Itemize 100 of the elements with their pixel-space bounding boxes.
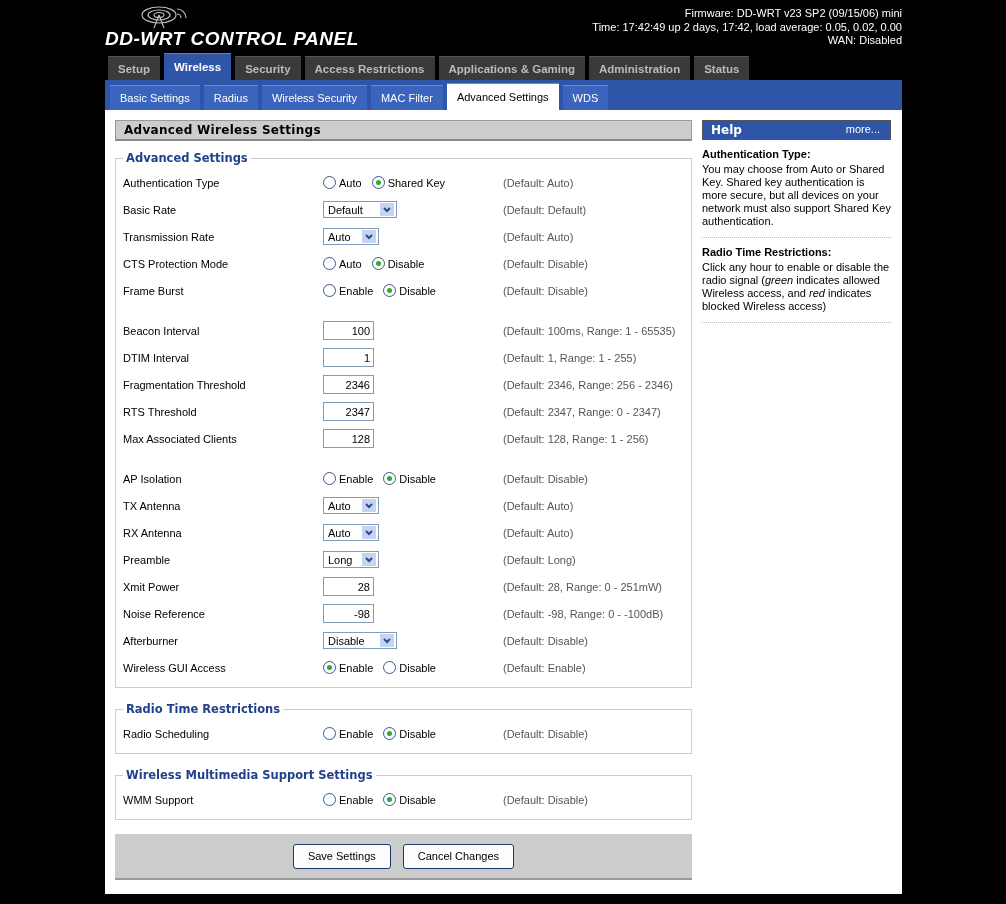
radio-button[interactable] xyxy=(371,176,385,189)
radio-label: Disable xyxy=(387,257,425,270)
dropdown[interactable]: Disable xyxy=(323,632,397,649)
radio-label: Enable xyxy=(339,727,374,740)
radio-button[interactable] xyxy=(383,727,397,740)
default-hint: (Default: Disable) xyxy=(503,257,589,270)
main-tab[interactable]: Security xyxy=(235,56,301,80)
radio-label: Enable xyxy=(339,661,374,674)
default-hint: (Default: 2346, Range: 256 - 2346) xyxy=(503,378,674,391)
input-field[interactable]: 1 xyxy=(323,348,374,367)
radio-label: Disable xyxy=(399,661,436,674)
default-hint: (Default: Auto) xyxy=(503,176,575,189)
input-field[interactable]: 2347 xyxy=(323,402,374,421)
radio-button[interactable] xyxy=(323,176,336,189)
main-tab[interactable]: Status xyxy=(694,56,750,80)
input-field[interactable]: 28 xyxy=(323,577,374,596)
status-text: Time: 17:42:49 up 2 days, 17:42, load average: 0.05, 0.02, 0.00 xyxy=(592,20,902,34)
radio-label: Disable xyxy=(399,284,436,297)
radio-button[interactable] xyxy=(383,472,397,485)
radio-button[interactable] xyxy=(323,661,336,674)
more-link[interactable]: more... xyxy=(845,123,880,137)
main-tab[interactable]: Setup xyxy=(108,56,160,80)
default-hint: (Default: 128, Range: 1 - 256) xyxy=(503,432,650,445)
setting-label: Radio Scheduling xyxy=(123,727,211,740)
sub-tab[interactable]: WDS xyxy=(562,85,609,110)
help-heading: Radio Time Restrictions: xyxy=(702,246,833,258)
status-text: Firmware: DD-WRT v23 SP2 (09/15/06) mini xyxy=(683,7,902,21)
logo-text: DD-WRT CONTROL PANEL xyxy=(105,28,359,50)
setting-label: Noise Reference xyxy=(123,607,206,620)
default-hint: (Default: Long) xyxy=(503,553,577,566)
status-text: WAN: Disabled xyxy=(826,34,902,48)
setting-label: Wireless GUI Access xyxy=(123,661,227,674)
default-hint: (Default: Disable) xyxy=(503,284,589,297)
setting-label: TX Antenna xyxy=(123,499,182,512)
default-hint: (Default: Enable) xyxy=(503,661,587,674)
main-tab[interactable]: Applications & Gaming xyxy=(438,56,585,80)
action-button[interactable]: Save Settings xyxy=(292,843,391,869)
sub-tab[interactable]: MAC Filter xyxy=(370,85,443,110)
action-button[interactable]: Cancel Changes xyxy=(402,843,515,869)
main-tab[interactable]: Access Restrictions xyxy=(304,56,435,80)
page-title: Advanced Wireless Settings xyxy=(115,120,692,141)
sub-tab[interactable]: Advanced Settings xyxy=(446,83,559,110)
radio-button[interactable] xyxy=(383,661,397,674)
input-field[interactable]: 100 xyxy=(323,321,374,340)
radio-button[interactable] xyxy=(383,284,397,297)
default-hint: (Default: 100ms, Range: 1 - 65535) xyxy=(503,324,677,337)
input-field[interactable]: 128 xyxy=(323,429,374,448)
setting-label: RX Antenna xyxy=(123,526,183,539)
default-hint: (Default: Auto) xyxy=(503,499,575,512)
radio-button[interactable] xyxy=(371,257,385,270)
default-hint: (Default: Disable) xyxy=(503,727,589,740)
setting-label: Transmission Rate xyxy=(123,230,216,243)
section-title: Wireless Multimedia Support Settings xyxy=(125,768,374,782)
radio-button[interactable] xyxy=(323,472,336,485)
radio-button[interactable] xyxy=(383,793,397,806)
radio-label: Disable xyxy=(399,727,436,740)
setting-label: Fragmentation Threshold xyxy=(123,378,247,391)
setting-label: DTIM Interval xyxy=(123,351,190,364)
section-title: Radio Time Restrictions xyxy=(125,702,282,716)
setting-label: RTS Threshold xyxy=(123,405,198,418)
radio-label: Disable xyxy=(399,793,436,806)
default-hint: (Default: Auto) xyxy=(503,526,575,539)
default-hint: (Default: -98, Range: 0 - -100dB) xyxy=(503,607,665,620)
dropdown[interactable]: Auto xyxy=(323,228,379,245)
default-hint: (Default: Disable) xyxy=(503,472,589,485)
radio-label: Enable xyxy=(339,284,374,297)
radio-label: Enable xyxy=(339,472,374,485)
default-hint: (Default: Auto) xyxy=(503,230,575,243)
input-field[interactable]: -98 xyxy=(323,604,374,623)
input-field[interactable]: 2346 xyxy=(323,375,374,394)
setting-label: Beacon Interval xyxy=(123,324,201,337)
help-text: You may choose from Auto or Shared Key. Shared key authentication is more secure, but all devices on your network must also support Shared Key authentication. xyxy=(702,163,891,228)
help-heading: Authentication Type: xyxy=(702,148,812,160)
dropdown[interactable]: Auto xyxy=(323,497,379,514)
main-tab[interactable]: Wireless xyxy=(163,53,232,80)
sub-tab[interactable]: Basic Settings xyxy=(110,85,200,110)
setting-label: Afterburner xyxy=(123,634,180,647)
radio-label: Shared Key xyxy=(387,176,446,189)
default-hint: (Default: Disable) xyxy=(503,634,589,647)
default-hint: (Default: Disable) xyxy=(503,793,589,806)
dropdown[interactable]: Long xyxy=(323,551,379,568)
radio-button[interactable] xyxy=(323,793,336,806)
radio-label: Auto xyxy=(339,176,362,189)
default-hint: (Default: Default) xyxy=(503,203,588,216)
dropdown[interactable]: Auto xyxy=(323,524,379,541)
sub-tab[interactable]: Wireless Security xyxy=(261,85,367,110)
radio-button[interactable] xyxy=(323,257,336,270)
setting-label: Xmit Power xyxy=(123,580,181,593)
radio-button[interactable] xyxy=(323,284,336,297)
default-hint: (Default: 2347, Range: 0 - 2347) xyxy=(503,405,662,418)
default-hint: (Default: 1, Range: 1 - 255) xyxy=(503,351,638,364)
setting-label: CTS Protection Mode xyxy=(123,257,230,270)
setting-label: Basic Rate xyxy=(123,203,178,216)
help-text: Click any hour to enable or disable the radio signal (green indicates allowed Wireless access, and red indicates blocked Wireless access) xyxy=(702,261,891,313)
dropdown[interactable]: Default xyxy=(323,201,397,218)
sub-tab[interactable]: Radius xyxy=(203,85,258,110)
radio-label: Enable xyxy=(339,793,374,806)
section-title: Advanced Settings xyxy=(125,151,249,165)
main-tab[interactable]: Administration xyxy=(589,56,691,80)
radio-button[interactable] xyxy=(323,727,336,740)
